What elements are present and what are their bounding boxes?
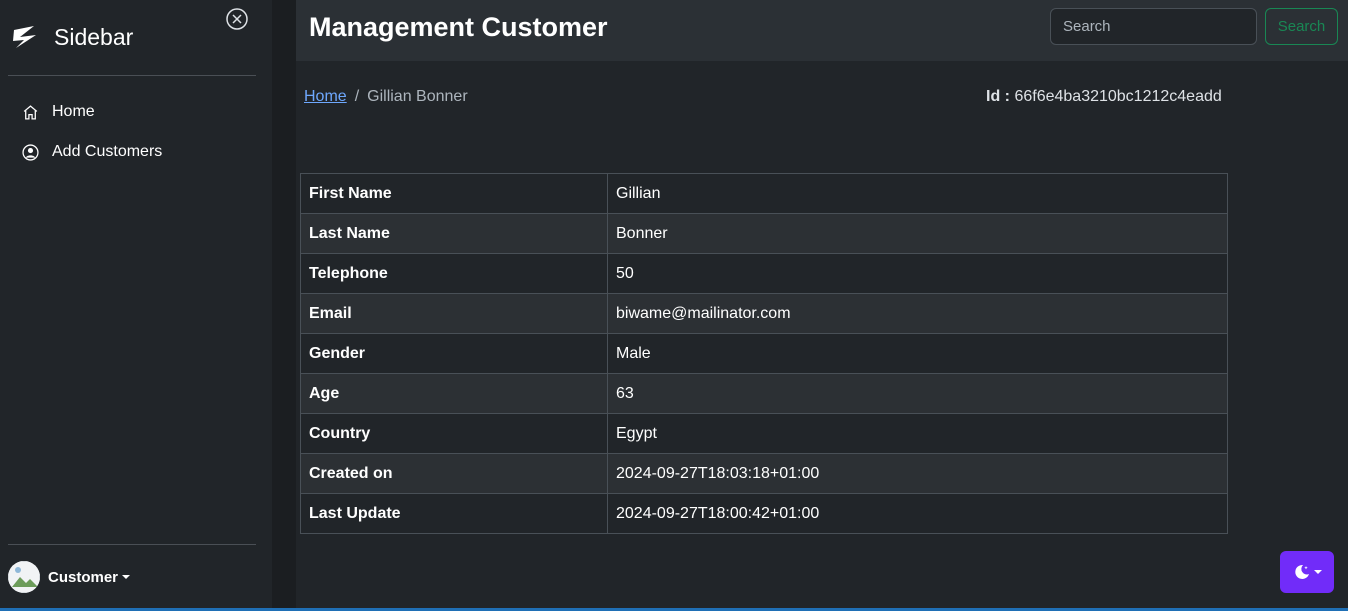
field-label: Email (300, 293, 608, 334)
table-row: Gender Male (300, 333, 1228, 374)
house-icon (23, 104, 38, 120)
table-row: Created on 2024-09-27T18:03:18+01:00 (300, 453, 1228, 494)
field-value: 63 (607, 373, 1228, 414)
sidebar: Sidebar Home Add Customers Customer (0, 0, 272, 611)
header: Management Customer Search (296, 0, 1348, 61)
brand: Sidebar (10, 20, 133, 54)
field-label: Created on (300, 453, 608, 494)
sidebar-divider-top (8, 75, 256, 76)
moon-stars-icon (1294, 564, 1309, 579)
table-row: Last Update 2024-09-27T18:00:42+01:00 (300, 493, 1228, 534)
field-value: 2024-09-27T18:00:42+01:00 (607, 493, 1228, 534)
field-label: Age (300, 373, 608, 414)
theme-toggle-button[interactable] (1280, 551, 1334, 593)
user-label: Customer (48, 568, 119, 586)
lightning-icon (13, 26, 36, 48)
sidebar-item-home[interactable]: Home (22, 100, 95, 124)
field-value: 2024-09-27T18:03:18+01:00 (607, 453, 1228, 494)
table-row: Country Egypt (300, 413, 1228, 454)
breadcrumb-home-link[interactable]: Home (304, 88, 347, 106)
breadcrumb-separator: / (354, 88, 360, 105)
field-value: Male (607, 333, 1228, 374)
avatar-image-icon (8, 561, 40, 593)
table-row: Email biwame@mailinator.com (300, 293, 1228, 334)
field-label: Telephone (300, 253, 608, 294)
brand-title: Sidebar (54, 23, 134, 50)
table-row: Last Name Bonner (300, 213, 1228, 254)
chevron-down-icon (1313, 570, 1322, 574)
field-label: First Name (300, 173, 608, 214)
record-id: Id : 66f6e4ba3210bc1212c4eadd (986, 88, 1222, 106)
avatar (8, 561, 40, 593)
table-row: Age 63 (300, 373, 1228, 414)
field-label: Country (300, 413, 608, 454)
sidebar-divider-bottom (8, 544, 256, 545)
person-circle-icon (22, 143, 39, 161)
field-label: Gender (300, 333, 608, 374)
sidebar-item-add-customers[interactable]: Add Customers (22, 140, 162, 164)
field-label: Last Update (300, 493, 608, 534)
chevron-down-icon (122, 575, 131, 579)
record-id-value: 66f6e4ba3210bc1212c4eadd (1014, 88, 1222, 105)
record-id-label: Id : (986, 88, 1010, 105)
breadcrumb: Home / Gillian Bonner (304, 88, 468, 106)
close-icon[interactable] (226, 8, 248, 30)
customer-details-table: First Name Gillian Last Name Bonner Tele… (300, 173, 1228, 534)
search-button[interactable]: Search (1265, 8, 1338, 45)
field-label: Last Name (300, 213, 608, 254)
field-value: Gillian (607, 173, 1228, 214)
field-value: Egypt (607, 413, 1228, 454)
field-value: biwame@mailinator.com (607, 293, 1228, 334)
field-value: 50 (607, 253, 1228, 294)
breadcrumb-current: Gillian Bonner (367, 88, 468, 105)
app: Sidebar Home Add Customers Customer Mana… (0, 0, 1348, 611)
search-input[interactable] (1050, 8, 1257, 45)
table-row: Telephone 50 (300, 253, 1228, 294)
user-menu[interactable]: Customer (8, 561, 131, 593)
sidebar-item-label: Home (52, 103, 95, 120)
sidebar-gutter (272, 0, 296, 611)
sidebar-item-label: Add Customers (52, 143, 163, 160)
page-title: Management Customer (309, 12, 608, 42)
field-value: Bonner (607, 213, 1228, 254)
table-row: First Name Gillian (300, 173, 1228, 214)
